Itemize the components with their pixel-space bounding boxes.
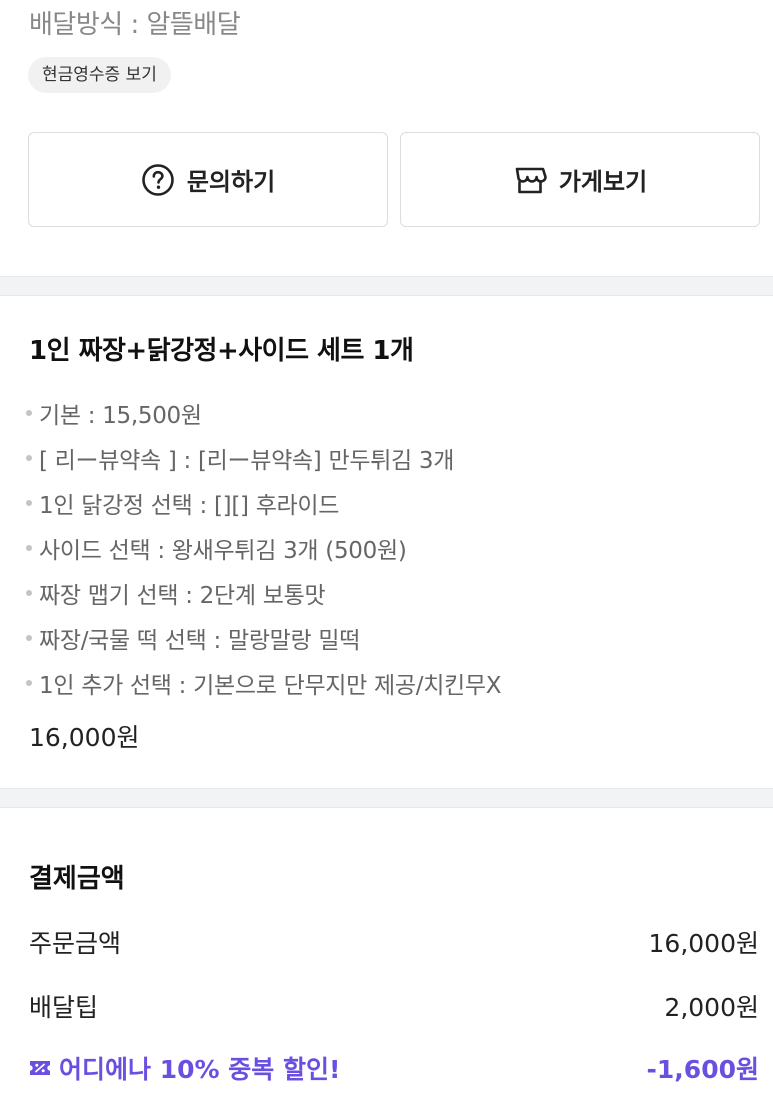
order-amount-value: 16,000원 [648,929,759,958]
question-circle-icon [141,163,175,197]
section-divider [0,788,773,808]
list-item: 짜장 맵기 선택 : 2단계 보통맛 [26,570,501,615]
delivery-tip-label: 배달팁 [29,993,99,1022]
discount-label-wrap: 어디에나 10% 중복 할인! [29,1050,340,1086]
bullet-icon [26,589,32,596]
option-text: 짜장 맵기 선택 : 2단계 보통맛 [39,582,326,609]
store-icon [513,165,547,195]
discount-value: -1,600원 [646,1055,759,1084]
bullet-icon [26,454,32,461]
order-amount-label: 주문금액 [29,929,122,958]
bullet-icon [26,499,32,506]
list-item: 사이드 선택 : 왕새우튀김 3개 (500원) [26,525,501,570]
delivery-tip-row: 배달팁 2,000원 [29,988,759,1024]
store-view-button-label: 가게보기 [558,168,648,196]
order-item-price: 16,000원 [29,723,140,752]
list-item: [ 리ー뷰약속 ] : [리ー뷰약속] 만두튀김 3개 [26,435,501,480]
delivery-method-text: 배달방식 : 알뜰배달 [29,10,241,40]
bullet-icon [26,634,32,641]
discount-row: 어디에나 10% 중복 할인! -1,600원 [29,1050,759,1086]
inquiry-button[interactable]: 문의하기 [28,132,388,227]
bullet-icon [26,679,32,686]
option-text: 사이드 선택 : 왕새우튀김 3개 (500원) [39,537,407,564]
discount-label: 어디에나 10% 중복 할인! [59,1055,341,1084]
list-item: 기본 : 15,500원 [26,390,501,435]
delivery-info-section: 배달방식 : 알뜰배달 현금영수증 보기 문의하기 가게보기 [0,0,773,276]
list-item: 1인 닭강정 선택 : [][] 후라이드 [26,480,501,525]
option-text: 1인 추가 선택 : 기본으로 단무지만 제공/치킨무X [39,672,502,699]
store-view-button[interactable]: 가게보기 [400,132,760,227]
cash-receipt-button[interactable]: 현금영수증 보기 [28,57,171,93]
coupon-icon [29,1054,51,1083]
option-text: [ 리ー뷰약속 ] : [리ー뷰약속] 만두튀김 3개 [39,447,455,474]
order-item-title: 1인 짜장+닭강정+사이드 세트 1개 [29,336,414,366]
list-item: 짜장/국물 떡 선택 : 말랑말랑 밀떡 [26,615,501,660]
payment-section: 결제금액 주문금액 16,000원 배달팁 2,000원 어디에나 10% 중복… [0,808,773,1117]
bullet-icon [26,409,32,416]
order-item-section: 1인 짜장+닭강정+사이드 세트 1개 기본 : 15,500원 [ 리ー뷰약속… [0,296,773,788]
list-item: 1인 추가 선택 : 기본으로 단무지만 제공/치킨무X [26,660,502,705]
option-text: 짜장/국물 떡 선택 : 말랑말랑 밀떡 [39,627,361,654]
section-divider [0,276,773,296]
option-text: 기본 : 15,500원 [39,402,202,429]
option-text: 1인 닭강정 선택 : [][] 후라이드 [39,492,340,519]
bullet-icon [26,544,32,551]
inquiry-button-label: 문의하기 [186,168,276,196]
payment-title: 결제금액 [29,864,125,894]
order-amount-row: 주문금액 16,000원 [29,924,759,960]
delivery-tip-value: 2,000원 [664,993,759,1022]
order-option-list: 기본 : 15,500원 [ 리ー뷰약속 ] : [리ー뷰약속] 만두튀김 3개… [26,390,502,705]
